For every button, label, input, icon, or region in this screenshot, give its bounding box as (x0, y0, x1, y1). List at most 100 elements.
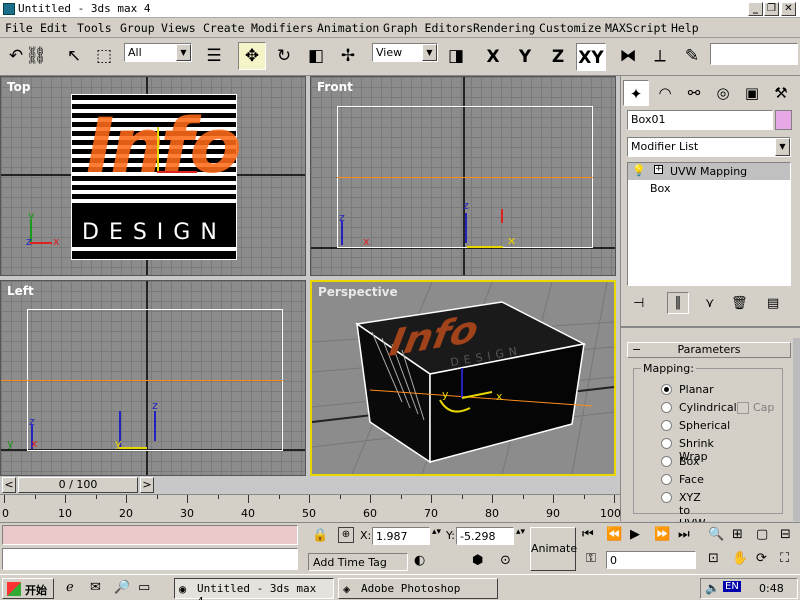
task-photoshop[interactable]: ◈ Adobe Photoshop (338, 578, 498, 599)
track-bar[interactable]: 0 10 20 30 40 50 60 70 80 90 100 (0, 494, 621, 522)
menu-views[interactable]: Views (161, 21, 196, 35)
prompt-line[interactable] (2, 548, 298, 570)
restrict-x-button[interactable]: X (478, 43, 508, 71)
restrict-z-button[interactable]: Z (543, 43, 573, 71)
modify-tab-icon[interactable]: ◠ (652, 80, 678, 106)
menu-maxscript[interactable]: MAXScript (605, 21, 667, 35)
zoom-extents-all-icon[interactable]: ⊟ (780, 527, 791, 542)
menu-animation[interactable]: Animation (317, 21, 379, 35)
add-time-tag-field[interactable]: Add Time Tag (308, 553, 408, 571)
create-tab-icon[interactable]: ✦ (623, 80, 649, 106)
menu-graph-editors[interactable]: Graph Editors (383, 21, 473, 35)
current-frame-input[interactable]: 0 (606, 551, 696, 569)
select-object-icon[interactable]: ↖ (60, 42, 88, 70)
time-slider[interactable]: < 0 / 100 > (0, 476, 620, 494)
viewport-top[interactable]: Top Info DESIGN y x z (0, 76, 306, 276)
material-editor-icon[interactable]: ✎ (678, 42, 706, 70)
menu-customize[interactable]: Customize (539, 21, 601, 35)
language-indicator[interactable]: EN (723, 581, 741, 592)
stack-item-box[interactable]: Box (650, 182, 670, 195)
remove-modifier-icon[interactable]: 🗑 (731, 296, 748, 311)
arc-rotate-icon[interactable]: ⟳ (756, 551, 767, 566)
panel-scrollbar[interactable] (793, 338, 800, 521)
y-coordinate-input[interactable]: -5.298 (456, 527, 514, 545)
restrict-xy-button[interactable]: XY (576, 43, 606, 71)
box-object-top[interactable]: Info DESIGN (71, 94, 242, 260)
menu-modifiers[interactable]: Modifiers (251, 21, 313, 35)
pivot-center-icon[interactable]: ◨ (442, 42, 470, 70)
modifier-list-dropdown[interactable]: Modifier List ▼ (627, 137, 791, 157)
select-and-move-icon[interactable]: ✥ (238, 42, 266, 70)
outlook-icon[interactable]: ✉ (90, 580, 101, 595)
object-name-field[interactable]: Box01 (627, 110, 773, 130)
select-by-name-icon[interactable]: ☰ (200, 42, 228, 70)
speaker-icon[interactable]: 🔈 (705, 581, 720, 595)
render-icon[interactable]: ◐ (414, 553, 425, 568)
motion-tab-icon[interactable]: ◎ (710, 80, 736, 106)
lock-icon[interactable]: 🔒 (312, 528, 328, 543)
region-zoom-icon[interactable]: ⊡ (708, 551, 719, 566)
restrict-y-button[interactable]: Y (510, 43, 540, 71)
menu-group[interactable]: Group (120, 21, 155, 35)
maxscript-listener-mini[interactable] (2, 525, 298, 545)
goto-start-icon[interactable]: ⏮ (582, 527, 594, 542)
hierarchy-tab-icon[interactable]: ⚯ (681, 80, 707, 106)
pan-icon[interactable]: ✋ (732, 551, 748, 566)
menu-tools[interactable]: Tools (77, 21, 112, 35)
spinner-icon[interactable]: ▴▾ (516, 527, 525, 537)
magnet-icon[interactable]: ⊙ (500, 553, 511, 568)
lightbulb-icon[interactable]: 💡 (632, 164, 646, 177)
task-3dsmax[interactable]: ◉ Untitled - 3ds max 4 (174, 578, 334, 600)
animate-button[interactable]: Animate (530, 527, 577, 571)
reference-coordinate-dropdown[interactable]: View ▼ (372, 43, 438, 62)
minimize-button[interactable]: _ (748, 2, 763, 16)
maximize-viewport-icon[interactable]: ⛶ (780, 551, 789, 566)
desktop-icon[interactable]: ▭ (138, 580, 150, 595)
selection-filter-dropdown[interactable]: All ▼ (124, 43, 192, 62)
expand-icon[interactable]: + (654, 165, 663, 174)
manipulate-icon[interactable]: ✢ (334, 42, 362, 70)
mirror-icon[interactable]: ⧓ (614, 42, 642, 70)
parameters-rollout-header[interactable]: − Parameters (627, 342, 791, 358)
time-slider-thumb[interactable]: 0 / 100 (18, 477, 138, 493)
close-button[interactable]: ✕ (781, 2, 796, 16)
play-icon[interactable]: ▶ (630, 527, 640, 542)
region-select-icon[interactable]: ⬚ (90, 42, 118, 70)
key-mode-icon[interactable]: ⚿ (586, 551, 596, 566)
menu-edit[interactable]: Edit (40, 21, 68, 35)
zoom-extents-icon[interactable]: ▢ (756, 527, 768, 542)
viewport-front[interactable]: Front ✕ z x z (310, 76, 616, 276)
object-color-swatch[interactable] (775, 110, 792, 130)
goto-end-icon[interactable]: ⏭ (678, 527, 690, 542)
select-and-link-icon[interactable]: ⛓ (22, 42, 50, 70)
cap-checkbox[interactable] (737, 402, 749, 414)
start-button[interactable]: 开始 (2, 578, 54, 599)
show-end-result-icon[interactable]: ‖ (667, 292, 689, 314)
pin-stack-icon[interactable]: ⊣ (633, 296, 644, 311)
prev-frame-button[interactable]: < (2, 477, 16, 493)
named-selection-field[interactable] (710, 43, 798, 65)
ie-icon[interactable]: ℯ (66, 580, 74, 595)
menu-create[interactable]: Create (203, 21, 245, 35)
spinner-icon[interactable]: ▴▾ (432, 527, 441, 537)
configure-sets-icon[interactable]: ▤ (767, 296, 779, 311)
search-icon[interactable]: 🔎 (114, 580, 130, 595)
zoom-icon[interactable]: 🔍 (708, 527, 724, 542)
menu-help[interactable]: Help (671, 21, 699, 35)
make-unique-icon[interactable]: ⋎ (705, 296, 715, 311)
menu-file[interactable]: File (5, 21, 33, 35)
stack-item-uvw-mapping[interactable]: 💡 + UVW Mapping (628, 163, 790, 180)
restore-button[interactable]: ❐ (764, 2, 779, 16)
prev-key-icon[interactable]: ⏪ (606, 527, 622, 542)
utilities-tab-icon[interactable]: ⚒ (768, 80, 794, 106)
select-and-scale-icon[interactable]: ◧ (302, 42, 330, 70)
display-tab-icon[interactable]: ▣ (739, 80, 765, 106)
select-and-rotate-icon[interactable]: ↻ (270, 42, 298, 70)
next-frame-button[interactable]: > (140, 477, 154, 493)
next-key-icon[interactable]: ⏩ (654, 527, 670, 542)
menu-rendering[interactable]: Rendering (473, 21, 535, 35)
absolute-mode-icon[interactable]: ⊕ (338, 527, 354, 543)
x-coordinate-input[interactable]: 1.987 (372, 527, 430, 545)
zoom-all-icon[interactable]: ⊞ (732, 527, 743, 542)
align-icon[interactable]: ⟂ (646, 42, 674, 70)
